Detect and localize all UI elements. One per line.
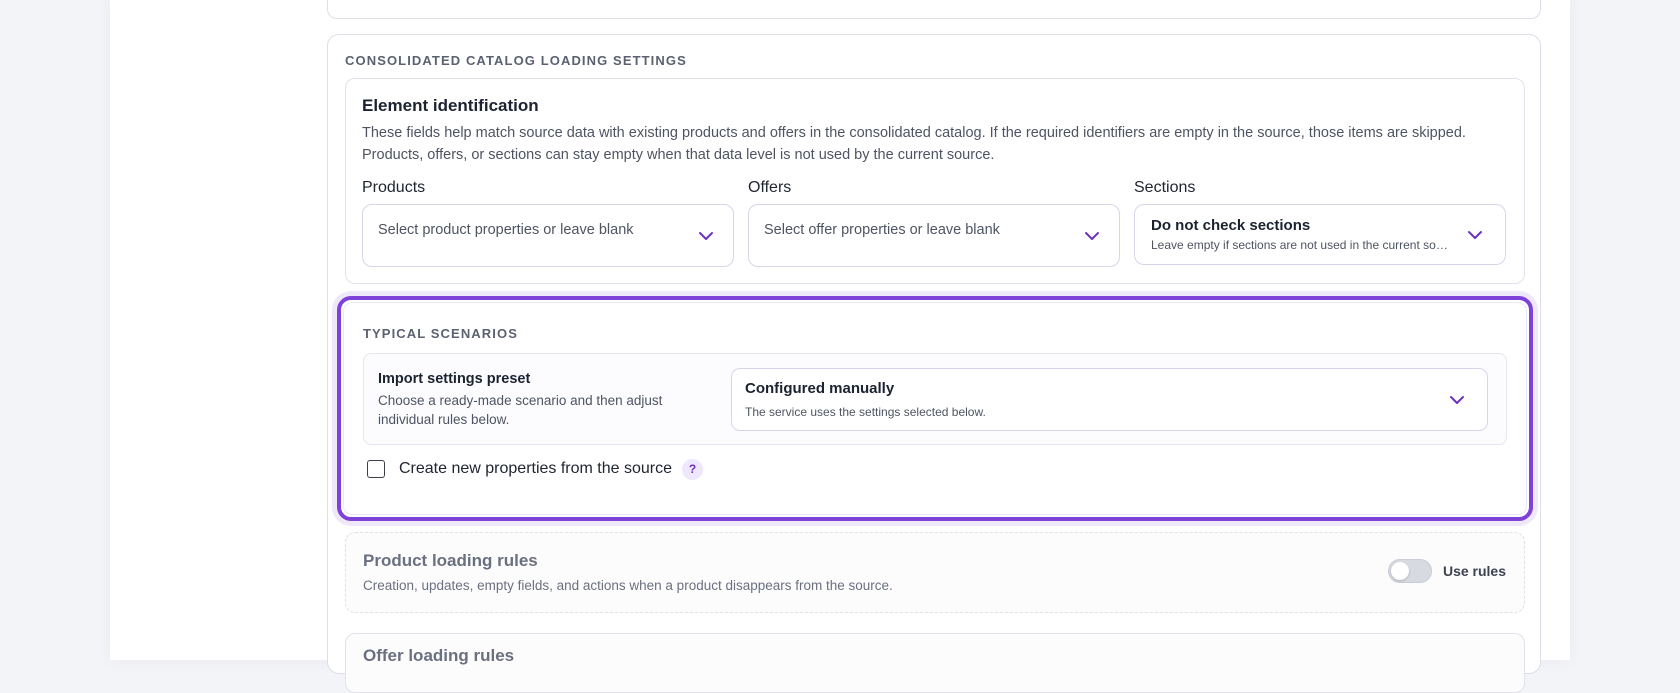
consolidated-catalog-settings: CONSOLIDATED CATALOG LOADING SETTINGS El… <box>327 34 1541 693</box>
product-rules-card: Product loading rules Creation, updates,… <box>345 532 1525 613</box>
chevron-down-icon <box>698 231 714 241</box>
offer-rules-title: Offer loading rules <box>363 646 515 665</box>
element-identification-card: Element identification These fields help… <box>345 78 1525 284</box>
preset-description: Choose a ready-made scenario and then ad… <box>378 393 663 427</box>
chevron-down-icon <box>1467 230 1483 240</box>
create-properties-label[interactable]: Create new properties from the source <box>399 460 672 478</box>
section-title: CONSOLIDATED CATALOG LOADING SETTINGS <box>345 53 687 68</box>
create-properties-checkbox[interactable] <box>367 460 385 478</box>
offers-label: Offers <box>748 179 792 196</box>
identification-description: These fields help match source data with… <box>362 125 1466 163</box>
identification-title: Element identification <box>362 96 539 115</box>
sections-label: Sections <box>1134 179 1196 196</box>
typical-scenarios-card: TYPICAL SCENARIOS Import settings preset… <box>337 296 1533 521</box>
offers-select[interactable]: Select offer properties or leave blank <box>748 204 1120 267</box>
scenarios-title: TYPICAL SCENARIOS <box>363 326 518 341</box>
import-preset-box: Import settings preset Choose a ready-ma… <box>363 353 1507 445</box>
products-placeholder: Select product properties or leave blank <box>378 222 634 238</box>
preset-value: Configured manually <box>745 380 895 397</box>
preset-subtext: The service uses the settings selected b… <box>745 405 986 419</box>
chevron-down-icon <box>1449 395 1465 405</box>
toggle-knob <box>1391 562 1409 580</box>
use-rules-label[interactable]: Use rules <box>1443 563 1506 579</box>
product-rules-description: Creation, updates, empty fields, and act… <box>363 578 893 593</box>
sections-select[interactable]: Do not check sections Leave empty if sec… <box>1134 204 1506 265</box>
offers-field: Offers Select offer properties or leave … <box>748 179 1120 267</box>
sections-value: Do not check sections <box>1151 217 1311 234</box>
question-icon[interactable]: ? <box>682 458 704 480</box>
offer-rules-card: Offer loading rules <box>345 633 1525 693</box>
preset-title: Import settings preset <box>378 371 531 387</box>
offers-placeholder: Select offer properties or leave blank <box>764 222 1000 238</box>
products-select[interactable]: Select product properties or leave blank <box>362 204 734 267</box>
sections-field: Sections Do not check sections Leave emp… <box>1134 179 1506 265</box>
use-rules-toggle[interactable] <box>1388 559 1432 583</box>
create-properties-row: Create new properties from the source ? <box>367 458 704 480</box>
previous-section-card <box>327 0 1541 19</box>
product-rules-title: Product loading rules <box>363 551 538 570</box>
products-label: Products <box>362 179 426 196</box>
preset-select[interactable]: Configured manually The service uses the… <box>731 368 1488 431</box>
sections-subtext: Leave empty if sections are not used in … <box>1151 238 1451 252</box>
chevron-down-icon <box>1084 231 1100 241</box>
products-field: Products Select product properties or le… <box>362 179 734 267</box>
